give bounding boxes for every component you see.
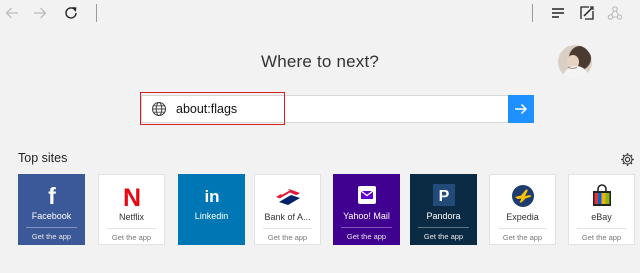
- expedia-logo-icon: [490, 183, 555, 209]
- ebay-logo-icon: [569, 183, 634, 209]
- tile-name: Netflix: [118, 212, 144, 222]
- tile-divider: [26, 227, 77, 228]
- tile-name: Linkedin: [194, 211, 229, 221]
- tile-divider: [418, 227, 469, 228]
- yahoo-mail-logo-icon: [333, 182, 400, 208]
- browser-toolbar: [0, 0, 640, 26]
- svg-text:N: N: [122, 184, 140, 209]
- tile-bank-of-america[interactable]: Bank of A... Get the app: [254, 174, 321, 245]
- netflix-logo-icon: N: [99, 183, 164, 209]
- address-input[interactable]: [176, 97, 506, 121]
- toolbar-divider: [532, 4, 533, 22]
- get-app-link[interactable]: Get the app: [18, 232, 85, 241]
- get-app-link[interactable]: Get the app: [490, 233, 555, 242]
- tile-facebook[interactable]: f Facebook Get the app: [18, 174, 85, 245]
- get-app-link[interactable]: Get the app: [333, 232, 400, 241]
- tile-name: Pandora: [426, 211, 461, 221]
- tile-ebay[interactable]: eBay Get the app: [568, 174, 635, 245]
- get-app-link[interactable]: Get the app: [410, 232, 477, 241]
- linkedin-logo-icon: in: [178, 182, 245, 208]
- get-app-link[interactable]: Get the app: [255, 233, 320, 242]
- get-app-link[interactable]: Get the app: [99, 233, 164, 242]
- tile-linkedin[interactable]: in Linkedin: [178, 174, 245, 245]
- tile-name: eBay: [591, 212, 612, 222]
- tile-divider: [577, 228, 626, 229]
- svg-text:P: P: [438, 188, 449, 205]
- refresh-icon[interactable]: [60, 2, 82, 24]
- hub-icon[interactable]: [547, 2, 569, 24]
- tile-pandora[interactable]: P Pandora Get the app: [410, 174, 477, 245]
- toolbar-divider: [96, 4, 97, 22]
- bank-of-america-logo-icon: [255, 183, 320, 209]
- facebook-logo-icon: f: [18, 182, 85, 208]
- go-button[interactable]: [508, 95, 534, 123]
- tile-expedia[interactable]: Expedia Get the app: [489, 174, 556, 245]
- back-arrow-icon[interactable]: [1, 2, 23, 24]
- pandora-logo-icon: P: [410, 182, 477, 208]
- tile-name: Bank of A...: [264, 212, 311, 222]
- web-note-icon[interactable]: [576, 2, 598, 24]
- svg-text:in: in: [204, 187, 219, 206]
- arrow-right-icon: [514, 102, 528, 116]
- tile-divider: [107, 228, 156, 229]
- tile-divider: [498, 228, 547, 229]
- top-sites-title: Top sites: [18, 151, 68, 165]
- tile-name: Facebook: [31, 211, 72, 221]
- globe-icon: [151, 101, 167, 117]
- tile-name: Expedia: [506, 212, 539, 222]
- gear-icon[interactable]: [620, 152, 635, 167]
- forward-arrow-icon[interactable]: [29, 2, 51, 24]
- tile-divider: [263, 228, 312, 229]
- tile-netflix[interactable]: N Netflix Get the app: [98, 174, 165, 245]
- get-app-link[interactable]: Get the app: [569, 233, 634, 242]
- svg-text:f: f: [48, 183, 56, 208]
- avatar[interactable]: [558, 45, 592, 79]
- page-title: Where to next?: [260, 52, 380, 71]
- tile-yahoo-mail[interactable]: Yahoo! Mail Get the app: [333, 174, 400, 245]
- tile-name: Yahoo! Mail: [343, 211, 390, 221]
- tile-divider: [341, 227, 392, 228]
- share-icon[interactable]: [604, 2, 626, 24]
